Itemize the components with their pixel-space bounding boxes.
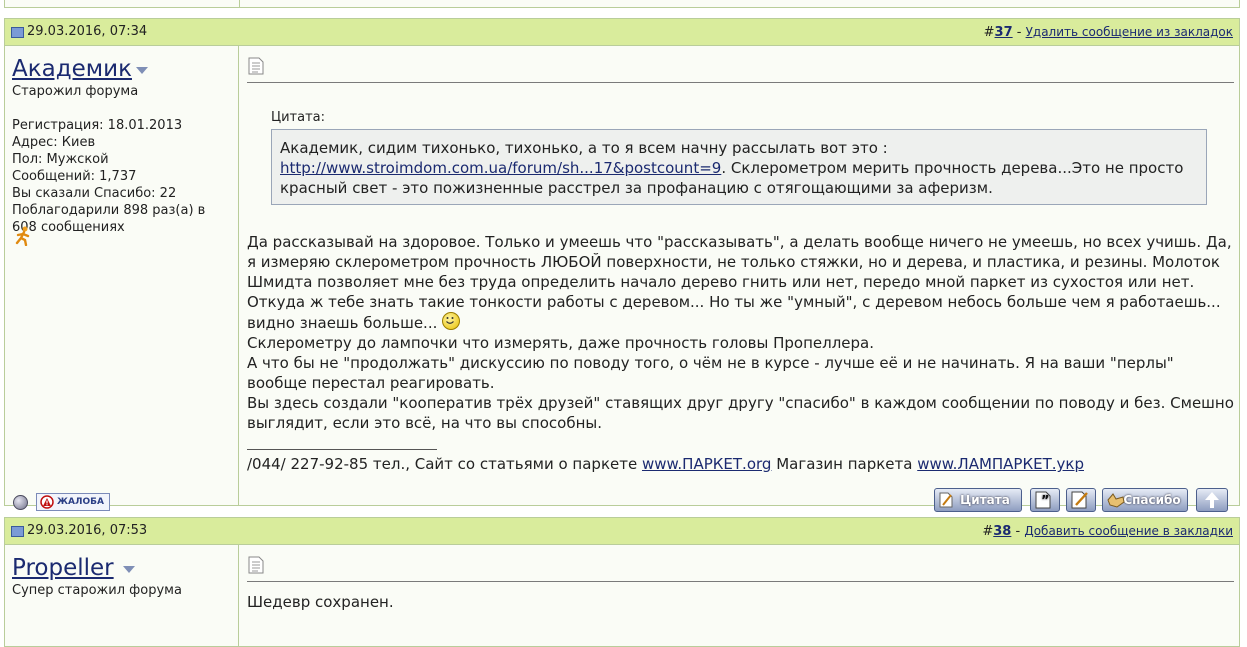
post-number-link[interactable]: 37 xyxy=(995,25,1013,40)
post-action-separator: - xyxy=(1011,524,1025,539)
user-stat-address: Адрес: Киев xyxy=(12,135,96,150)
message-paragraph-1: Да рассказывай на здоровое. Только и уме… xyxy=(247,233,1232,332)
content-divider xyxy=(247,82,1234,83)
post-header-right: #38 - Добавить сообщение в закладки xyxy=(982,518,1233,545)
message-paragraph-3: А что бы не "продолжать" дискуссию по по… xyxy=(247,354,1174,392)
post-37: 29.03.2016, 07:34 #37 - Удалить сообщени… xyxy=(4,18,1240,512)
quote-box: Академик, сидим тихонько, тихонько, а то… xyxy=(271,129,1207,205)
post-action-separator: - xyxy=(1012,25,1026,40)
previous-post-fragment xyxy=(4,0,1240,8)
post-status-icon xyxy=(11,526,24,537)
report-label: ЖАЛОБА xyxy=(57,497,104,507)
document-icon xyxy=(248,57,264,75)
report-button[interactable]: ЖАЛОБА xyxy=(36,493,110,511)
user-rank: Старожил форума xyxy=(12,84,139,99)
quote-button-label: Цитата xyxy=(960,493,1010,507)
quote-label: Цитата: xyxy=(271,110,325,125)
post-action-buttons: Цитата ” Спасибо xyxy=(934,488,1234,514)
signature-site-link[interactable]: www.ПАРКЕТ.org xyxy=(642,455,771,473)
user-rank: Супер старожил форума xyxy=(12,583,182,598)
post-content: Цитата: Академик, сидим тихонько, тихонь… xyxy=(240,46,1239,512)
runner-icon xyxy=(15,226,30,246)
post-number-link[interactable]: 38 xyxy=(993,524,1011,539)
user-menu-arrow-icon[interactable] xyxy=(136,67,148,74)
post-date: 29.03.2016, 07:53 xyxy=(27,523,148,538)
user-info-panel: Академик Старожил форума Регистрация: 18… xyxy=(5,46,239,511)
message-paragraph-1: Шедевр сохранен. xyxy=(247,593,394,611)
post-number-prefix: # xyxy=(982,524,994,539)
user-stats: Регистрация: 18.01.2013 Адрес: Киев Пол:… xyxy=(12,117,232,236)
username-link[interactable]: Академик xyxy=(12,56,132,82)
signature-shop-link[interactable]: www.ЛАМПАРКЕТ.укр xyxy=(917,455,1084,473)
user-menu-arrow-icon[interactable] xyxy=(123,566,135,573)
user-stat-thanks-received: Поблагодарили 898 раз(а) в 608 сообщения… xyxy=(12,203,206,235)
edit-icon xyxy=(1071,491,1088,509)
signature-phone-text: /044/ 227-92-85 тел., Сайт со статьями о… xyxy=(247,455,642,473)
post-content: Шедевр сохранен. xyxy=(240,545,1239,646)
quote-button[interactable]: Цитата xyxy=(934,488,1022,512)
quote-text-line1: Академик, сидим тихонько, тихонько, а то… xyxy=(280,139,888,157)
post-header: 29.03.2016, 07:53 #38 - Добавить сообщен… xyxy=(5,518,1239,545)
message-body: Да рассказывай на здоровое. Только и уме… xyxy=(247,232,1237,433)
user-stat-registration: Регистрация: 18.01.2013 xyxy=(12,118,183,133)
post-header: 29.03.2016, 07:34 #37 - Удалить сообщени… xyxy=(5,19,1239,46)
signature-shop-text: Магазин паркета xyxy=(771,455,918,473)
svg-text:”: ” xyxy=(1041,494,1050,509)
scroll-top-icon xyxy=(1205,492,1219,508)
post-number-prefix: # xyxy=(983,25,995,40)
message-paragraph-4: Вы здесь создали "кооператив трёх друзей… xyxy=(247,394,1234,432)
user-stat-posts: Сообщений: 1,737 xyxy=(12,169,137,184)
message-paragraph-2: Склерометру до лампочки что измерять, да… xyxy=(247,334,874,352)
scroll-top-button[interactable] xyxy=(1196,488,1228,512)
signature-divider xyxy=(247,449,437,450)
post-date: 29.03.2016, 07:34 xyxy=(27,24,148,39)
user-stat-thanks-given: Вы сказали Спасибо: 22 xyxy=(12,186,177,201)
post-status-icon xyxy=(11,27,24,38)
online-status-icon xyxy=(13,495,28,510)
document-icon xyxy=(248,556,264,574)
warning-icon xyxy=(40,495,54,509)
signature: /044/ 227-92-85 тел., Сайт со статьями о… xyxy=(247,454,1084,474)
post-header-right: #37 - Удалить сообщение из закладок xyxy=(984,19,1233,46)
user-info-panel: Propeller Супер старожил форума xyxy=(5,545,239,646)
post-38: 29.03.2016, 07:53 #38 - Добавить сообщен… xyxy=(4,517,1240,647)
multiquote-button[interactable]: ” xyxy=(1030,488,1060,512)
user-stat-gender: Пол: Мужской xyxy=(12,152,109,167)
smiley-icon xyxy=(442,312,461,330)
quote-pencil-icon xyxy=(939,492,953,508)
thanks-button[interactable]: Спасибо xyxy=(1102,488,1188,512)
edit-button[interactable] xyxy=(1066,488,1096,512)
quote-link[interactable]: http://www.stroimdom.com.ua/forum/sh...1… xyxy=(280,159,721,177)
thanks-icon xyxy=(1107,493,1125,508)
add-bookmark-link[interactable]: Добавить сообщение в закладки xyxy=(1024,524,1233,538)
remove-bookmark-link[interactable]: Удалить сообщение из закладок xyxy=(1026,25,1233,39)
multiquote-icon: ” xyxy=(1035,491,1051,509)
username-link[interactable]: Propeller xyxy=(12,555,114,581)
content-divider xyxy=(247,581,1234,582)
